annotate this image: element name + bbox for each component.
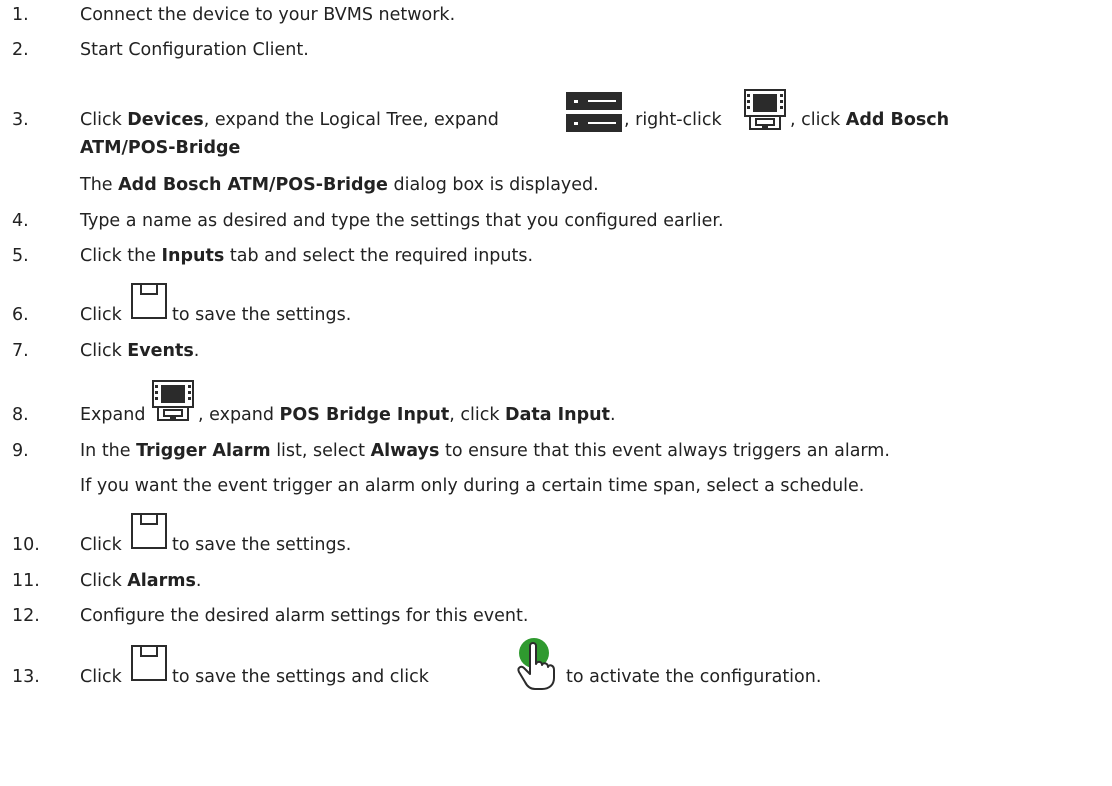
step-text: Type a name as desired and type the sett… xyxy=(80,211,724,231)
step-text: Click Events. xyxy=(80,341,200,361)
step-text: Click the Inputs tab and select the requ… xyxy=(80,246,534,266)
step-text: Click Alarms. xyxy=(80,571,202,591)
step-7: 7. Click Events. xyxy=(0,341,1112,369)
save-icon xyxy=(130,644,168,682)
step-text: Configure the desired alarm settings for… xyxy=(80,606,529,626)
step-2: 2. Start Configuration Client. xyxy=(0,40,1112,68)
step-text-cont: , expand POS Bridge Input, click Data In… xyxy=(198,405,616,425)
step-1: 1. Connect the device to your BVMS netwo… xyxy=(0,5,1112,33)
step-number: 8. xyxy=(12,405,29,425)
step-number: 2. xyxy=(12,40,29,60)
step-text-cont: to save the settings. xyxy=(172,305,352,325)
step-9: 9. In the Trigger Alarm list, select Alw… xyxy=(0,441,1112,469)
atm-pos-bridge-label: ATM/POS-Bridge xyxy=(80,138,241,158)
step-number: 4. xyxy=(12,211,29,231)
devices-label: Devices xyxy=(127,110,204,130)
activate-hand-icon xyxy=(510,636,560,692)
step-4: 4. Type a name as desired and type the s… xyxy=(0,211,1112,239)
step-11: 11. Click Alarms. xyxy=(0,571,1112,599)
step-number: 12. xyxy=(12,606,40,626)
step-text: Click xyxy=(80,535,122,555)
step-number: 10. xyxy=(12,535,40,555)
step-text-cont: . xyxy=(233,138,239,158)
step-number: 13. xyxy=(12,667,40,687)
step-text: Connect the device to your BVMS network. xyxy=(80,5,456,25)
step-text: Click xyxy=(80,667,122,687)
step-number: 9. xyxy=(12,441,29,461)
step-text-cont: , right-click xyxy=(624,110,722,130)
step-text-cont: to save the settings and click xyxy=(172,667,429,687)
step-text-cont: , click Add Bosch xyxy=(790,110,950,130)
step-text-cont: to activate the configuration. xyxy=(566,667,822,687)
step-9-subtext: If you want the event trigger an alarm o… xyxy=(80,476,865,496)
step-3-subtext: The Add Bosch ATM/POS-Bridge dialog box … xyxy=(80,175,599,195)
step-text: Expand xyxy=(80,405,146,425)
step-text: Start Configuration Client. xyxy=(80,40,309,60)
step-number: 11. xyxy=(12,571,40,591)
step-text: Click xyxy=(80,305,122,325)
add-bosch-label: Add Bosch xyxy=(845,110,950,130)
save-icon xyxy=(130,282,168,320)
step-text-cont: to save the settings. xyxy=(172,535,352,555)
step-number: 7. xyxy=(12,341,29,361)
step-number: 5. xyxy=(12,246,29,266)
step-number: 3. xyxy=(12,110,29,130)
step-text: Click Devices, expand the Logical Tree, … xyxy=(80,110,499,130)
step-number: 6. xyxy=(12,305,29,325)
server-icon xyxy=(566,92,622,132)
step-number: 1. xyxy=(12,5,29,25)
step-12: 12. Configure the desired alarm settings… xyxy=(0,606,1112,634)
atm-pos-bridge-icon xyxy=(150,380,196,424)
step-5: 5. Click the Inputs tab and select the r… xyxy=(0,246,1112,274)
save-icon xyxy=(130,512,168,550)
atm-pos-bridge-icon xyxy=(742,89,788,133)
step-text: In the Trigger Alarm list, select Always… xyxy=(80,441,890,461)
